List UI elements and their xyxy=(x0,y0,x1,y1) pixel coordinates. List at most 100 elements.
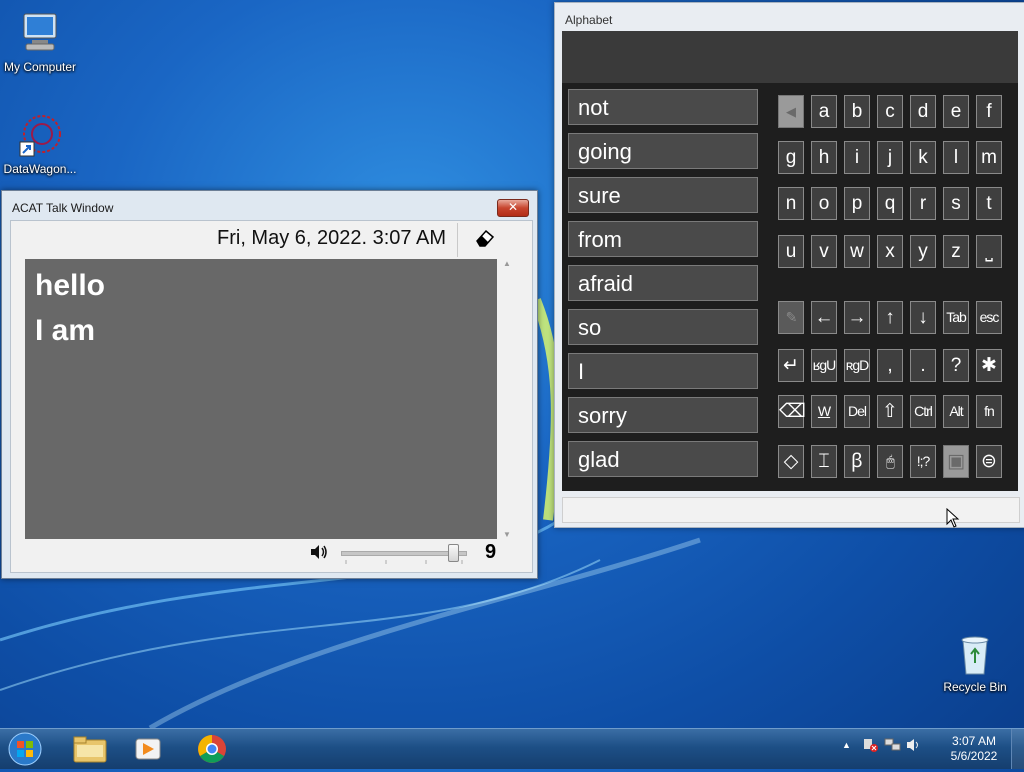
key-tab[interactable]: Tab xyxy=(943,301,969,334)
recycle-bin-icon xyxy=(951,630,999,678)
desktop-icon-recycle-bin[interactable]: Recycle Bin xyxy=(935,630,1015,694)
mouse-cursor-icon xyxy=(946,508,960,528)
key-edit-icon[interactable]: ✎ xyxy=(778,301,804,334)
alphabet-window[interactable]: Alphabet not going sure from afraid so I… xyxy=(554,2,1024,528)
key-menu-icon[interactable]: ⊜ xyxy=(976,445,1002,478)
key-right-arrow-icon[interactable]: → xyxy=(844,301,870,334)
key-space[interactable]: ⎵ xyxy=(976,235,1002,268)
desktop-icon-my-computer[interactable]: My Computer xyxy=(0,10,80,74)
key-page-down[interactable]: ʀgD xyxy=(844,349,870,382)
key-shift-icon[interactable]: ⇧ xyxy=(877,395,903,428)
talk-line: hello xyxy=(35,269,106,302)
folder-icon xyxy=(73,736,107,763)
key-delete[interactable]: Del xyxy=(844,395,870,428)
word-prediction[interactable]: I xyxy=(568,353,758,389)
close-button[interactable]: ✕ xyxy=(497,199,529,217)
key-g[interactable]: g xyxy=(778,141,804,174)
key-m[interactable]: m xyxy=(976,141,1002,174)
talk-text-area[interactable]: hello I am xyxy=(25,259,497,539)
show-desktop-button[interactable] xyxy=(1011,729,1024,769)
talk-window-title: ACAT Talk Window xyxy=(12,201,114,215)
talk-line: I am xyxy=(35,314,96,347)
key-page-up[interactable]: ʁgU xyxy=(811,349,837,382)
key-d[interactable]: d xyxy=(910,95,936,128)
taskbar-media-player[interactable] xyxy=(120,731,176,767)
key-s[interactable]: s xyxy=(943,187,969,220)
key-enter-icon[interactable]: ↵ xyxy=(778,349,804,382)
desktop-icon-label: DataWagon... xyxy=(3,162,77,176)
key-question[interactable]: ? xyxy=(943,349,969,382)
word-prediction[interactable]: from xyxy=(568,221,758,257)
key-r[interactable]: r xyxy=(910,187,936,220)
key-up-arrow-icon[interactable]: ↑ xyxy=(877,301,903,334)
key-f[interactable]: f xyxy=(976,95,1002,128)
datetime-label: Fri, May 6, 2022. 3:07 AM xyxy=(217,227,446,249)
key-window-icon[interactable]: ▣ xyxy=(943,445,969,478)
key-z[interactable]: z xyxy=(943,235,969,268)
taskbar-clock[interactable]: 3:07 AM 5/6/2022 xyxy=(944,734,1004,764)
key-esc[interactable]: esc xyxy=(976,301,1002,334)
word-prediction[interactable]: glad xyxy=(568,441,758,477)
key-back[interactable]: ◀ xyxy=(778,95,804,128)
key-asterisk-icon[interactable]: ✱ xyxy=(976,349,1002,382)
key-v[interactable]: v xyxy=(811,235,837,268)
key-w[interactable]: w xyxy=(844,235,870,268)
talk-window-client: Fri, May 6, 2022. 3:07 AM hello I am ▲ ▼… xyxy=(10,220,533,573)
key-diamond-icon[interactable]: ◇ xyxy=(778,445,804,478)
desktop-icon-label: Recycle Bin xyxy=(943,680,1007,694)
key-i[interactable]: i xyxy=(844,141,870,174)
key-u[interactable]: u xyxy=(778,235,804,268)
clock-time: 3:07 AM xyxy=(951,734,997,748)
alphabet-keyboard-panel: not going sure from afraid so I sorry gl… xyxy=(562,83,1018,491)
desktop-icon-datawagon[interactable]: DataWagon... xyxy=(0,112,80,176)
key-alt[interactable]: Alt xyxy=(943,395,969,428)
word-prediction[interactable]: going xyxy=(568,133,758,169)
key-q[interactable]: q xyxy=(877,187,903,220)
key-backspace-icon[interactable]: ⌫ xyxy=(778,395,806,428)
key-h[interactable]: h xyxy=(811,141,837,174)
key-left-arrow-icon[interactable]: ← xyxy=(811,301,837,334)
volume-icon[interactable] xyxy=(905,737,923,753)
scrollbar[interactable]: ▲ ▼ xyxy=(501,259,513,539)
word-prediction[interactable]: sure xyxy=(568,177,758,213)
key-y[interactable]: y xyxy=(910,235,936,268)
start-button[interactable] xyxy=(6,731,44,767)
key-l[interactable]: l xyxy=(943,141,969,174)
chrome-icon xyxy=(198,735,226,763)
word-prediction[interactable]: so xyxy=(568,309,758,345)
scroll-up-icon[interactable]: ▲ xyxy=(501,259,513,268)
scroll-down-icon[interactable]: ▼ xyxy=(501,530,513,539)
key-j[interactable]: j xyxy=(877,141,903,174)
key-e[interactable]: e xyxy=(943,95,969,128)
tray-expand-icon[interactable]: ▲ xyxy=(842,740,851,750)
key-k[interactable]: k xyxy=(910,141,936,174)
taskbar-chrome[interactable] xyxy=(184,731,240,767)
key-p[interactable]: p xyxy=(844,187,870,220)
key-cursor-icon[interactable]: ⌶ xyxy=(811,445,837,478)
key-comma[interactable]: , xyxy=(877,349,903,382)
key-b[interactable]: b xyxy=(844,95,870,128)
key-ctrl[interactable]: Ctrl xyxy=(910,395,936,428)
key-beta-icon[interactable]: ꞵ xyxy=(844,445,870,478)
network-icon[interactable] xyxy=(884,737,902,753)
key-mouse-icon[interactable]: 🖱 xyxy=(877,445,903,478)
word-prediction[interactable]: not xyxy=(568,89,758,125)
key-t[interactable]: t xyxy=(976,187,1002,220)
key-x[interactable]: x xyxy=(877,235,903,268)
key-down-arrow-icon[interactable]: ↓ xyxy=(910,301,936,334)
desktop-icon-label: My Computer xyxy=(3,60,77,74)
key-c[interactable]: c xyxy=(877,95,903,128)
key-delete-word[interactable]: W xyxy=(811,395,837,428)
action-center-icon[interactable] xyxy=(862,737,880,753)
word-prediction[interactable]: sorry xyxy=(568,397,758,433)
key-n[interactable]: n xyxy=(778,187,804,220)
key-a[interactable]: a xyxy=(811,95,837,128)
key-fn[interactable]: fn xyxy=(976,395,1002,428)
key-period[interactable]: . xyxy=(910,349,936,382)
talk-window[interactable]: ACAT Talk Window ✕ Fri, May 6, 2022. 3:0… xyxy=(1,190,538,579)
eraser-icon[interactable] xyxy=(471,225,497,251)
taskbar-explorer[interactable] xyxy=(62,731,118,767)
word-prediction[interactable]: afraid xyxy=(568,265,758,301)
key-o[interactable]: o xyxy=(811,187,837,220)
key-punctuation[interactable]: !;? xyxy=(910,445,936,478)
